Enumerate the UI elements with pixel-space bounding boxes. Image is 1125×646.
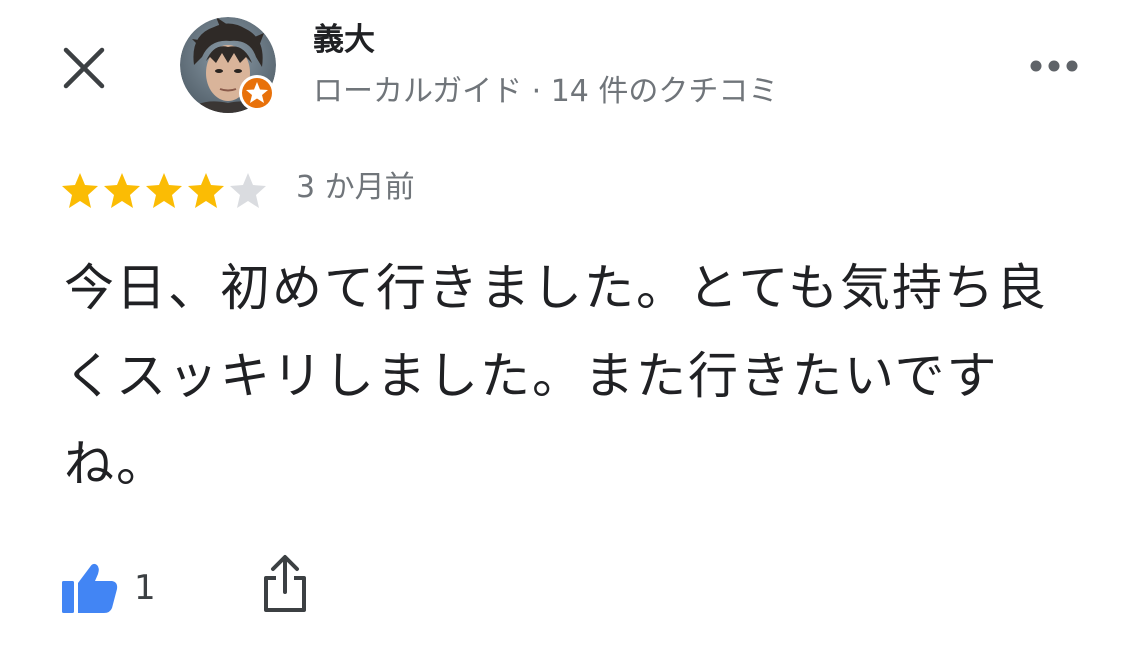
like-count: 1	[134, 568, 156, 608]
reviewer-name[interactable]: 義大	[313, 20, 375, 60]
share-icon	[264, 555, 306, 612]
reviewer-avatar-container[interactable]	[180, 17, 278, 115]
local-guide-star-icon	[239, 75, 275, 111]
star-filled-icon	[188, 173, 224, 208]
thumbs-up-icon	[62, 563, 118, 613]
close-button[interactable]	[58, 42, 110, 94]
star-rating	[60, 170, 270, 210]
more-options-button[interactable]	[1022, 48, 1086, 84]
share-button[interactable]	[258, 552, 312, 616]
reviewer-meta: ローカルガイド · 14 件のクチコミ	[313, 74, 779, 109]
star-filled-icon	[62, 173, 98, 208]
more-horizontal-icon	[1030, 60, 1078, 72]
like-button[interactable]: 1	[60, 556, 156, 620]
star-empty-icon	[230, 173, 266, 208]
star-filled-icon	[146, 173, 182, 208]
review-text: 今日、初めて行きました。とても気持ち良くスッキリしました。また行きたいですね。	[64, 259, 1048, 493]
star-filled-icon	[104, 173, 140, 208]
review-date: 3 か月前	[296, 170, 415, 205]
close-icon	[63, 47, 105, 89]
